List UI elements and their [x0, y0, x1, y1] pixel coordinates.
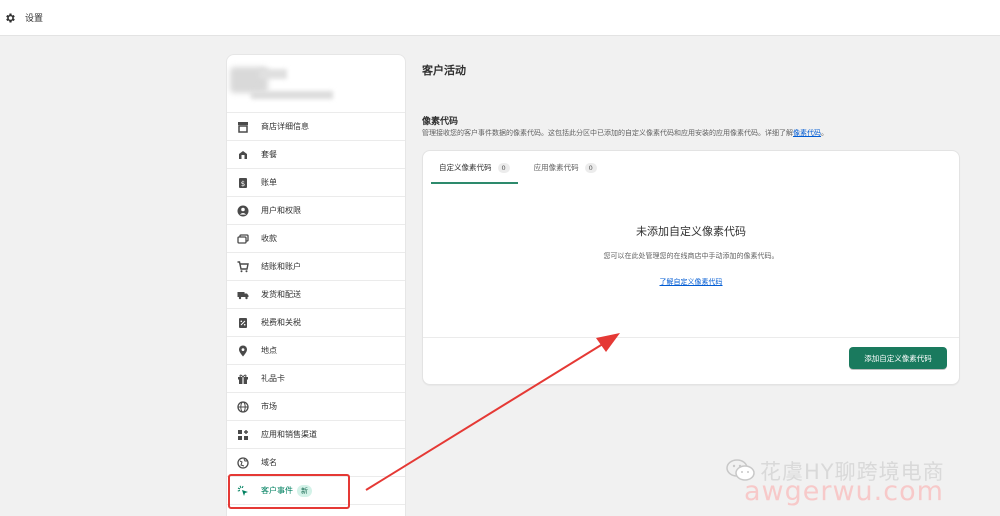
sidebar-item-checkout[interactable]: 结账和账户 — [227, 253, 405, 281]
sidebar-item-label: 商店详细信息 — [261, 122, 309, 131]
sidebar-item-users[interactable]: 用户和权限 — [227, 197, 405, 225]
billing-icon: $ — [237, 177, 249, 189]
pixel-tabs: 自定义像素代码 0 应用像素代码 0 — [431, 151, 613, 184]
tab-label: 应用像素代码 — [533, 163, 579, 172]
gift-icon — [237, 373, 249, 385]
sidebar-item-store-details[interactable]: 商店详细信息 — [227, 113, 405, 141]
tab-count: 0 — [497, 162, 510, 173]
sidebar-item-label: 税费和关税 — [261, 318, 301, 327]
sidebar-item-payments[interactable]: 收款 — [227, 225, 405, 253]
sidebar-item-label: 域名 — [261, 458, 277, 467]
payments-icon — [237, 233, 249, 245]
location-pin-icon — [237, 345, 249, 357]
sidebar-item-label: 应用和销售渠道 — [261, 430, 317, 439]
sidebar-item-label: 发货和配送 — [261, 290, 301, 299]
empty-state-title: 未添加自定义像素代码 — [636, 225, 746, 238]
store-icon — [237, 121, 249, 133]
store-header[interactable] — [227, 55, 405, 113]
learn-pixels-link[interactable]: 像素代码 — [793, 129, 821, 137]
sidebar-item-label: 收款 — [261, 234, 277, 243]
sidebar-item-plan[interactable]: 套餐 — [227, 141, 405, 169]
pixels-card: 自定义像素代码 0 应用像素代码 0 未添加自定义像素代码 您可以在此处管理您的… — [422, 150, 960, 385]
watermark-url: awgerwu.com — [744, 476, 944, 507]
section-description-end: 。 — [821, 129, 828, 137]
section-description-text: 管理接收您的客户事件数据的像素代码。这包括此分区中已添加的自定义像素代码和应用安… — [422, 129, 793, 137]
learn-custom-pixels-link[interactable]: 了解自定义像素代码 — [423, 277, 959, 287]
annotation-highlight-box — [228, 474, 350, 509]
page-title: 客户活动 — [422, 64, 466, 77]
card-divider — [423, 337, 959, 338]
apps-icon — [237, 429, 249, 441]
add-custom-pixel-button[interactable]: 添加自定义像素代码 — [849, 347, 947, 369]
sidebar-item-locations[interactable]: 地点 — [227, 337, 405, 365]
store-name-blurred — [259, 69, 287, 79]
tab-custom-pixels[interactable]: 自定义像素代码 0 — [431, 151, 518, 184]
sidebar-item-label: 结账和账户 — [261, 262, 301, 271]
sidebar-item-taxes[interactable]: 税费和关税 — [227, 309, 405, 337]
sidebar-item-label: 套餐 — [261, 150, 277, 159]
empty-state-description: 您可以在此处管理您的在线商店中手动添加的像素代码。 — [603, 252, 779, 260]
tab-label: 自定义像素代码 — [439, 163, 492, 172]
truck-icon — [237, 289, 249, 301]
settings-sidebar: 商店详细信息 套餐 $ 账单 用户和权限 收款 结账和账户 发货和配送 税费和关 — [226, 54, 406, 516]
sidebar-item-label: 账单 — [261, 178, 277, 187]
sidebar-item-billing[interactable]: $ 账单 — [227, 169, 405, 197]
sidebar-item-label: 市场 — [261, 402, 277, 411]
cart-icon — [237, 260, 249, 273]
section-description: 管理接收您的客户事件数据的像素代码。这包括此分区中已添加的自定义像素代码和应用安… — [422, 128, 962, 138]
sidebar-item-shipping[interactable]: 发货和配送 — [227, 281, 405, 309]
tab-count: 0 — [584, 162, 597, 173]
gear-icon[interactable] — [3, 11, 17, 25]
sidebar-item-gift-cards[interactable]: 礼品卡 — [227, 365, 405, 393]
top-bar: 设置 — [0, 0, 1000, 36]
sidebar-item-label: 礼品卡 — [261, 374, 285, 383]
sidebar-item-domains[interactable]: 域名 — [227, 449, 405, 477]
sidebar-nav: 商店详细信息 套餐 $ 账单 用户和权限 收款 结账和账户 发货和配送 税费和关 — [227, 113, 405, 505]
globe-icon — [237, 400, 249, 413]
domain-icon — [237, 456, 249, 469]
store-url-blurred — [251, 91, 333, 99]
tax-icon — [237, 317, 249, 329]
sidebar-item-label: 地点 — [261, 346, 277, 355]
sidebar-item-apps[interactable]: 应用和销售渠道 — [227, 421, 405, 449]
plan-icon — [237, 149, 249, 161]
settings-title: 设置 — [25, 14, 44, 24]
tab-app-pixels[interactable]: 应用像素代码 0 — [526, 151, 605, 184]
user-icon — [237, 205, 249, 217]
svg-text:$: $ — [241, 180, 245, 188]
sidebar-item-markets[interactable]: 市场 — [227, 393, 405, 421]
section-title: 像素代码 — [422, 117, 459, 127]
sidebar-item-label: 用户和权限 — [261, 206, 301, 215]
